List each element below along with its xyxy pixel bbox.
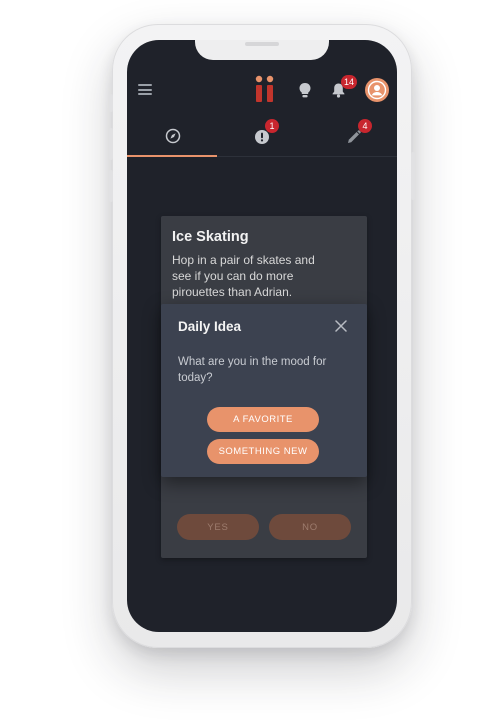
app-screen: 14 1 4 Ice Skating Hop in a pair of skat…	[127, 40, 397, 632]
dialog-title: Daily Idea	[178, 319, 242, 334]
compass-icon	[165, 128, 181, 144]
phone-notch	[195, 40, 329, 60]
dialog-message: What are you in the mood for today?	[178, 356, 327, 384]
lightbulb-icon[interactable]	[298, 82, 312, 98]
tab-bar: 1 4	[127, 116, 397, 157]
idea-description: Hop in a pair of skates and see if you c…	[172, 253, 315, 299]
phone-speaker	[245, 42, 279, 46]
something-new-button[interactable]: SOMETHING NEW	[207, 439, 319, 464]
hamburger-menu-icon[interactable]	[138, 84, 152, 95]
notifications-badge: 14	[341, 75, 358, 89]
tab-alerts[interactable]: 1	[217, 116, 307, 156]
phone-power-button	[411, 152, 415, 200]
ii-logo	[255, 75, 274, 102]
yes-button[interactable]: YES	[177, 514, 259, 540]
favorite-button[interactable]: A FAVORITE	[207, 407, 319, 432]
phone-silent-switch	[109, 94, 113, 112]
stage: 14 1 4 Ice Skating Hop in a pair of skat…	[0, 0, 500, 720]
tab-explore[interactable]	[127, 116, 217, 157]
phone-volume-down	[109, 170, 113, 202]
daily-idea-dialog: Daily Idea What are you in the mood for …	[161, 304, 367, 477]
no-button[interactable]: NO	[269, 514, 351, 540]
avatar-person-icon	[367, 80, 387, 100]
phone-volume-up	[109, 128, 113, 160]
tab-edit[interactable]: 4	[307, 116, 397, 156]
avatar[interactable]	[365, 78, 389, 102]
close-icon[interactable]	[335, 320, 347, 332]
phone-frame: 14 1 4 Ice Skating Hop in a pair of skat…	[109, 24, 415, 648]
idea-title: Ice Skating	[172, 229, 249, 245]
alerts-badge: 1	[265, 119, 279, 133]
edit-badge: 4	[358, 119, 372, 133]
